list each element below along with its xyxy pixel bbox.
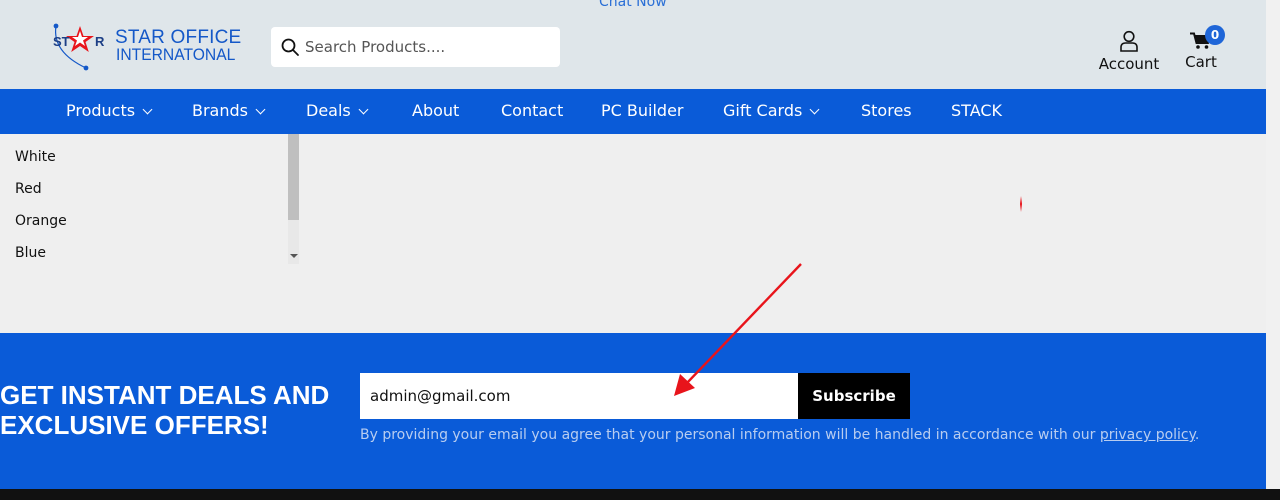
page-scrollbar[interactable]: [1266, 0, 1280, 489]
newsletter-section: GET INSTANT DEALS AND EXCLUSIVE OFFERS! …: [0, 333, 1266, 489]
footer: [0, 489, 1280, 500]
nav-item-about[interactable]: About: [412, 89, 459, 134]
chevron-down-icon: [358, 104, 369, 115]
product-content-area: [300, 134, 1266, 333]
newsletter-disclaimer: By providing your email you agree that y…: [360, 427, 1200, 443]
nav-item-products[interactable]: Products: [66, 89, 153, 134]
color-filter-list: White Red Orange Blue: [0, 134, 300, 333]
filter-list-scrollbar[interactable]: [288, 134, 299, 264]
nav-item-contact[interactable]: Contact: [501, 89, 563, 134]
search-input[interactable]: [305, 27, 555, 67]
search-box: [271, 27, 560, 67]
logo-text-line2: INTERNATONAL: [116, 45, 236, 64]
site-header: Chat Now ST R STAR OFFICE INTERNATONAL A…: [0, 0, 1280, 89]
nav-item-brands[interactable]: Brands: [192, 89, 266, 134]
site-logo[interactable]: ST R STAR OFFICE INTERNATONAL: [50, 22, 241, 72]
privacy-policy-link[interactable]: privacy policy: [1100, 427, 1195, 443]
svg-text:R: R: [95, 34, 105, 49]
chevron-down-icon: [142, 104, 153, 115]
account-link[interactable]: Account: [1096, 30, 1162, 73]
star-logo-mark-icon: ST R: [53, 23, 105, 71]
cart-count-badge: 0: [1205, 25, 1225, 45]
chevron-down-icon: [255, 104, 266, 115]
sparkle-icon: [1020, 196, 1022, 212]
filter-option-white[interactable]: White: [15, 149, 56, 165]
nav-item-stack[interactable]: STACK: [951, 89, 1002, 134]
cart-link[interactable]: 0 Cart: [1180, 24, 1225, 71]
filter-option-orange[interactable]: Orange: [15, 213, 67, 229]
newsletter-email-box: [360, 373, 798, 419]
newsletter-heading: GET INSTANT DEALS AND EXCLUSIVE OFFERS!: [0, 380, 330, 440]
chat-now-link[interactable]: Chat Now: [599, 0, 667, 10]
email-field[interactable]: [360, 373, 798, 419]
filter-option-blue[interactable]: Blue: [15, 245, 46, 261]
account-label: Account: [1098, 55, 1160, 73]
main-nav: Products Brands Deals About Contact PC B…: [0, 89, 1266, 134]
nav-item-pc-builder[interactable]: PC Builder: [601, 89, 684, 134]
filter-list-scroll-thumb[interactable]: [288, 134, 299, 220]
nav-item-stores[interactable]: Stores: [861, 89, 912, 134]
scroll-down-arrow-icon[interactable]: [290, 254, 298, 258]
user-icon: [1120, 30, 1138, 52]
filter-option-red[interactable]: Red: [15, 181, 42, 197]
svg-text:ST: ST: [53, 34, 70, 49]
nav-item-deals[interactable]: Deals: [306, 89, 369, 134]
cart-label: Cart: [1185, 53, 1217, 71]
search-icon[interactable]: [280, 37, 300, 57]
subscribe-button[interactable]: Subscribe: [798, 373, 910, 419]
nav-item-gift-cards[interactable]: Gift Cards: [723, 89, 820, 134]
chevron-down-icon: [809, 104, 820, 115]
